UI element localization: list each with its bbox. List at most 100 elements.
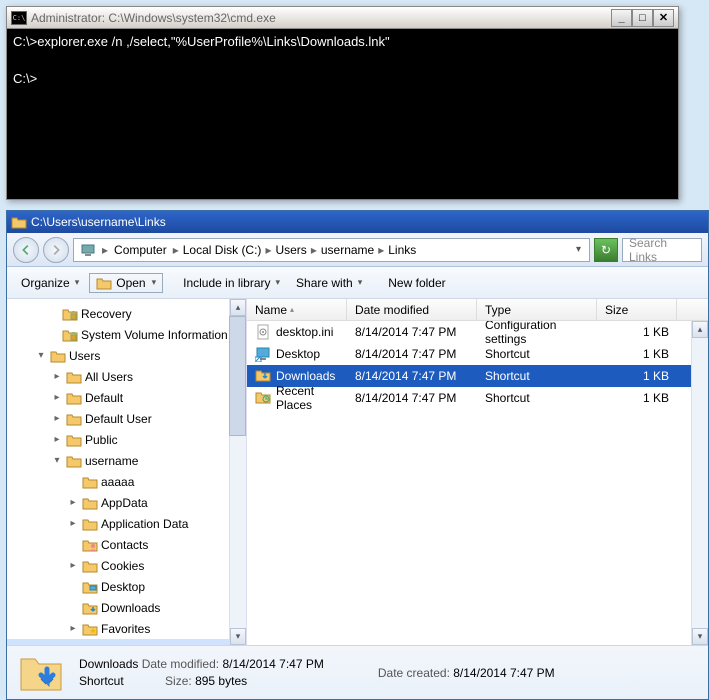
tree-item[interactable]: ▸Public xyxy=(7,429,245,450)
tree-label: Downloads xyxy=(101,601,160,615)
file-row[interactable]: desktop.ini8/14/2014 7:47 PMConfiguratio… xyxy=(247,321,708,343)
tree-item[interactable]: aaaaa xyxy=(7,471,245,492)
tree-label: Default User xyxy=(85,412,152,426)
column-headers[interactable]: Name▴ Date modified Type Size xyxy=(247,299,708,321)
folder-icon xyxy=(82,622,98,636)
tree-item[interactable]: Contacts xyxy=(7,534,245,555)
file-name: Recent Places xyxy=(276,384,339,412)
details-name: Downloads xyxy=(79,657,138,671)
file-row[interactable]: Recent Places8/14/2014 7:47 PMShortcut1 … xyxy=(247,387,708,409)
address-bar-row: ▸ Computer ▸Local Disk (C:) ▸Users ▸user… xyxy=(7,233,708,267)
tree-item[interactable]: ▸Cookies xyxy=(7,555,245,576)
expand-toggle[interactable]: ▸ xyxy=(67,497,79,508)
tree-label: Application Data xyxy=(101,517,188,531)
file-type: Configuration settings xyxy=(477,321,597,346)
tree-item[interactable]: ▾Users xyxy=(7,345,245,366)
tree-item[interactable]: ▸ Default User xyxy=(7,408,245,429)
new-folder-button[interactable]: New folder xyxy=(382,272,451,294)
cmd-output[interactable]: C:\>explorer.exe /n ,/select,"%UserProfi… xyxy=(7,29,678,93)
file-size: 1 KB xyxy=(597,325,677,339)
breadcrumb-seg[interactable]: Links xyxy=(388,243,416,257)
col-date[interactable]: Date modified xyxy=(347,299,477,320)
col-size[interactable]: Size xyxy=(597,299,677,320)
cmd-icon: C:\ xyxy=(11,11,27,25)
breadcrumb-seg[interactable]: Local Disk (C:) xyxy=(183,243,262,257)
expand-toggle[interactable]: ▸ xyxy=(51,392,63,403)
file-size: 1 KB xyxy=(597,391,677,405)
scroll-down-button[interactable]: ▾ xyxy=(230,628,246,645)
tree-label: System Volume Information xyxy=(81,328,228,342)
file-name: Desktop xyxy=(276,347,320,361)
tree-label: Default xyxy=(85,391,123,405)
col-type[interactable]: Type xyxy=(477,299,597,320)
include-library-menu[interactable]: Include in library xyxy=(177,272,286,294)
breadcrumb-dropdown-icon[interactable]: ▾ xyxy=(572,244,585,255)
close-button[interactable]: ✕ xyxy=(653,9,674,27)
file-list[interactable]: desktop.ini8/14/2014 7:47 PMConfiguratio… xyxy=(247,321,708,645)
breadcrumb-seg[interactable]: username xyxy=(321,243,374,257)
tree-item[interactable]: Downloads xyxy=(7,597,245,618)
nav-forward-button[interactable] xyxy=(43,237,69,263)
scroll-down-button[interactable]: ▾ xyxy=(692,628,708,645)
scroll-up-button[interactable]: ▴ xyxy=(230,299,246,316)
explorer-titlebar[interactable]: C:\Users\username\Links xyxy=(7,211,708,233)
tree-item[interactable]: System Volume Information xyxy=(7,324,245,345)
tree-item[interactable]: Links xyxy=(7,639,245,645)
folder-icon xyxy=(50,349,66,363)
file-date: 8/14/2014 7:47 PM xyxy=(347,391,477,405)
file-type: Shortcut xyxy=(477,347,597,361)
file-icon xyxy=(255,324,271,340)
cmd-titlebar[interactable]: C:\ Administrator: C:\Windows\system32\c… xyxy=(7,7,678,29)
tree-item[interactable]: Desktop xyxy=(7,576,245,597)
expand-toggle[interactable]: ▾ xyxy=(51,455,63,466)
breadcrumb-seg[interactable]: Users xyxy=(275,243,306,257)
minimize-button[interactable]: _ xyxy=(611,9,632,27)
nav-back-button[interactable] xyxy=(13,237,39,263)
organize-menu[interactable]: Organize xyxy=(15,272,85,294)
expand-toggle[interactable]: ▾ xyxy=(35,350,47,361)
folder-icon xyxy=(82,580,98,594)
explorer-window: C:\Users\username\Links ▸ Computer ▸Loca… xyxy=(6,210,709,700)
details-pane: Downloads Date modified: 8/14/2014 7:47 … xyxy=(7,645,708,699)
tree-label: Favorites xyxy=(101,622,150,636)
expand-toggle[interactable]: ▸ xyxy=(51,434,63,445)
tree-item[interactable]: ▸All Users xyxy=(7,366,245,387)
open-button[interactable]: Open xyxy=(89,273,163,293)
file-size: 1 KB xyxy=(597,347,677,361)
expand-toggle[interactable]: ▸ xyxy=(51,413,63,424)
maximize-button[interactable]: □ xyxy=(632,9,653,27)
file-date: 8/14/2014 7:47 PM xyxy=(347,325,477,339)
folder-tree[interactable]: RecoverySystem Volume Information▾Users▸… xyxy=(7,299,246,645)
refresh-button[interactable]: ↻ xyxy=(594,238,618,262)
file-icon xyxy=(255,368,271,384)
cmd-window: C:\ Administrator: C:\Windows\system32\c… xyxy=(6,6,679,200)
folder-icon xyxy=(66,412,82,426)
downloads-icon xyxy=(17,649,65,697)
tree-item[interactable]: ▸ Application Data xyxy=(7,513,245,534)
expand-toggle[interactable]: ▸ xyxy=(67,623,79,634)
scroll-thumb[interactable] xyxy=(229,316,246,436)
list-scrollbar[interactable]: ▴ ▾ xyxy=(691,321,708,645)
tree-item[interactable]: Recovery xyxy=(7,303,245,324)
tree-item[interactable]: ▾username xyxy=(7,450,245,471)
share-menu[interactable]: Share with xyxy=(290,272,368,294)
search-input[interactable]: Search Links xyxy=(622,238,702,262)
file-row[interactable]: Desktop8/14/2014 7:47 PMShortcut1 KB xyxy=(247,343,708,365)
tree-item[interactable]: ▸AppData xyxy=(7,492,245,513)
expand-toggle[interactable]: ▸ xyxy=(67,560,79,571)
folder-icon xyxy=(82,643,98,646)
toolbar: Organize Open Include in library Share w… xyxy=(7,267,708,299)
expand-toggle[interactable]: ▸ xyxy=(67,518,79,529)
breadcrumb-computer[interactable]: ▸ Computer xyxy=(78,243,169,257)
scroll-up-button[interactable]: ▴ xyxy=(692,321,708,338)
expand-toggle[interactable]: ▸ xyxy=(51,371,63,382)
tree-scrollbar[interactable]: ▴ ▾ xyxy=(229,299,246,645)
folder-icon xyxy=(66,454,82,468)
folder-icon xyxy=(62,307,78,321)
breadcrumb[interactable]: ▸ Computer ▸Local Disk (C:) ▸Users ▸user… xyxy=(73,238,590,262)
col-name[interactable]: Name▴ xyxy=(247,299,347,320)
tree-item[interactable]: ▸ Favorites xyxy=(7,618,245,639)
folder-icon xyxy=(82,517,98,531)
folder-icon xyxy=(82,475,98,489)
tree-item[interactable]: ▸ Default xyxy=(7,387,245,408)
